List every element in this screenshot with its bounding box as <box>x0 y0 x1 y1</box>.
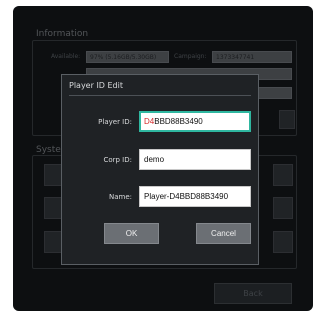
ok-button[interactable]: OK <box>104 223 159 244</box>
corp-id-label: Corp ID: <box>103 156 132 164</box>
player-id-prefix: D4 <box>144 117 155 126</box>
dialog-title-divider <box>69 95 251 96</box>
corp-id-input[interactable]: demo <box>139 149 251 170</box>
cancel-button[interactable]: Cancel <box>196 223 251 244</box>
device-screen: Information Available: 97% (5.16GB/5.30G… <box>13 6 313 311</box>
dialog-title: Player ID Edit <box>69 81 123 90</box>
player-id-label: Player ID: <box>98 118 132 126</box>
name-input[interactable]: Player-D4BBD88B3490 <box>139 186 251 207</box>
player-id-input[interactable]: D4BBD88B3490 <box>139 111 251 132</box>
name-label: Name: <box>108 193 132 201</box>
player-id-rest: BBD88B3490 <box>154 117 203 126</box>
player-id-edit-dialog: Player ID Edit Player ID: D4BBD88B3490 C… <box>61 74 259 265</box>
